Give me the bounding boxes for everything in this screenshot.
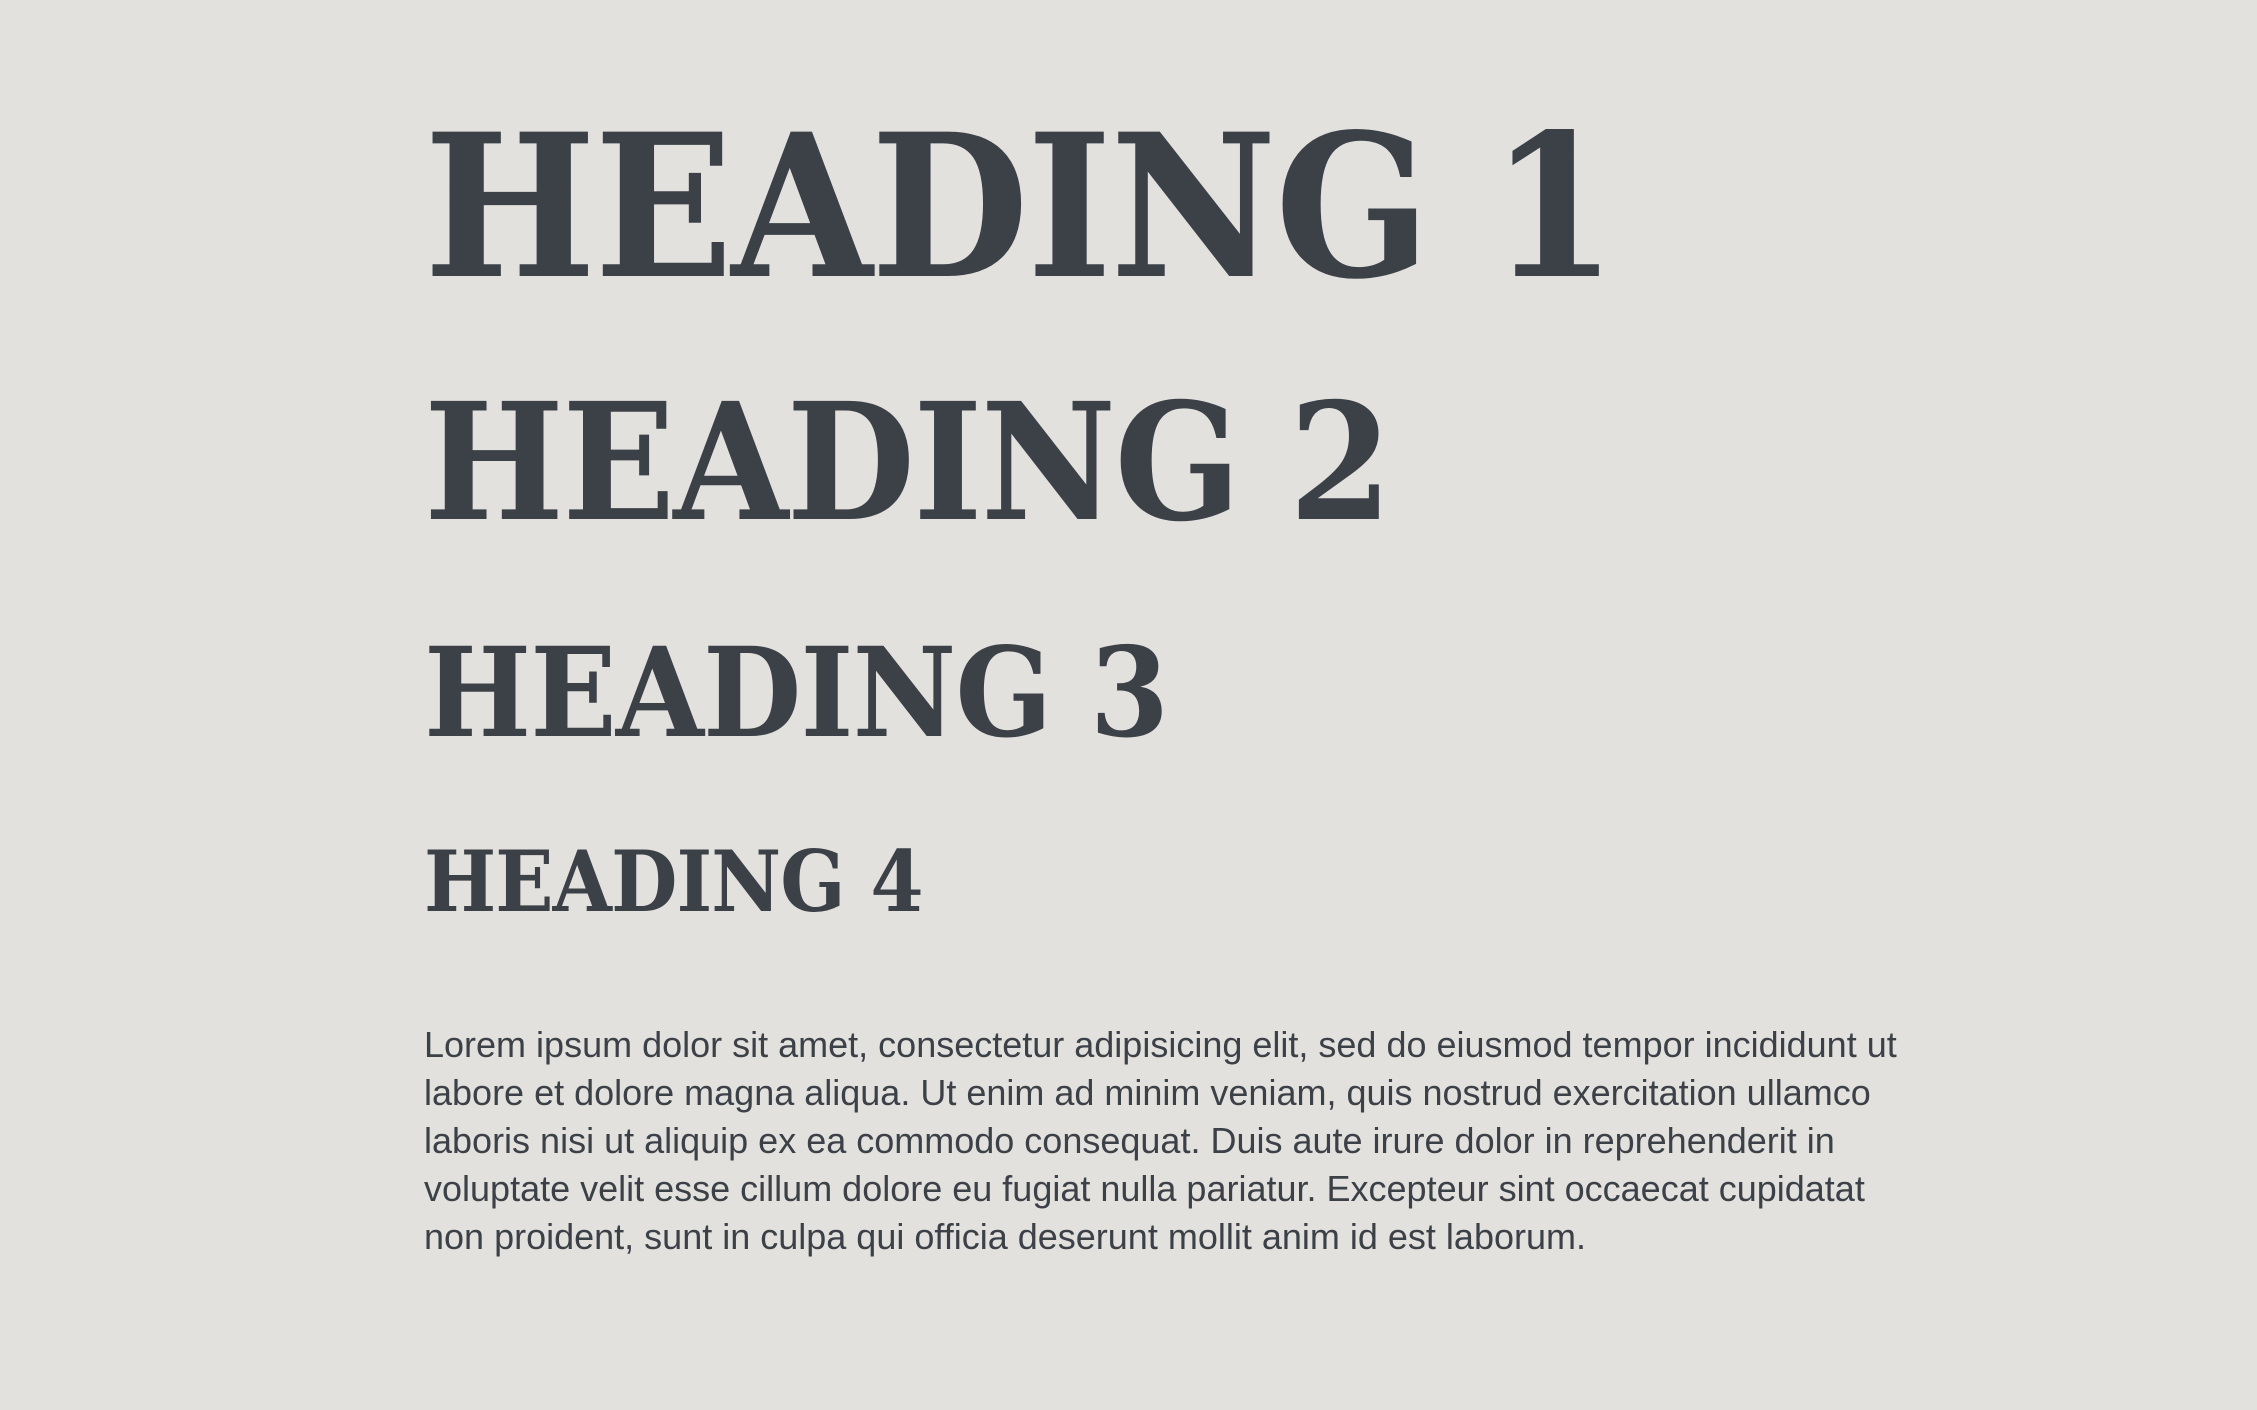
heading-2: HEADING 2	[424, 368, 1392, 558]
heading-1: HEADING 1	[424, 90, 1617, 323]
heading-4: HEADING 4	[424, 832, 924, 931]
body-paragraph: Lorem ipsum dolor sit amet, consectetur …	[424, 1024, 1897, 1257]
heading-3: HEADING 3	[424, 621, 1169, 766]
